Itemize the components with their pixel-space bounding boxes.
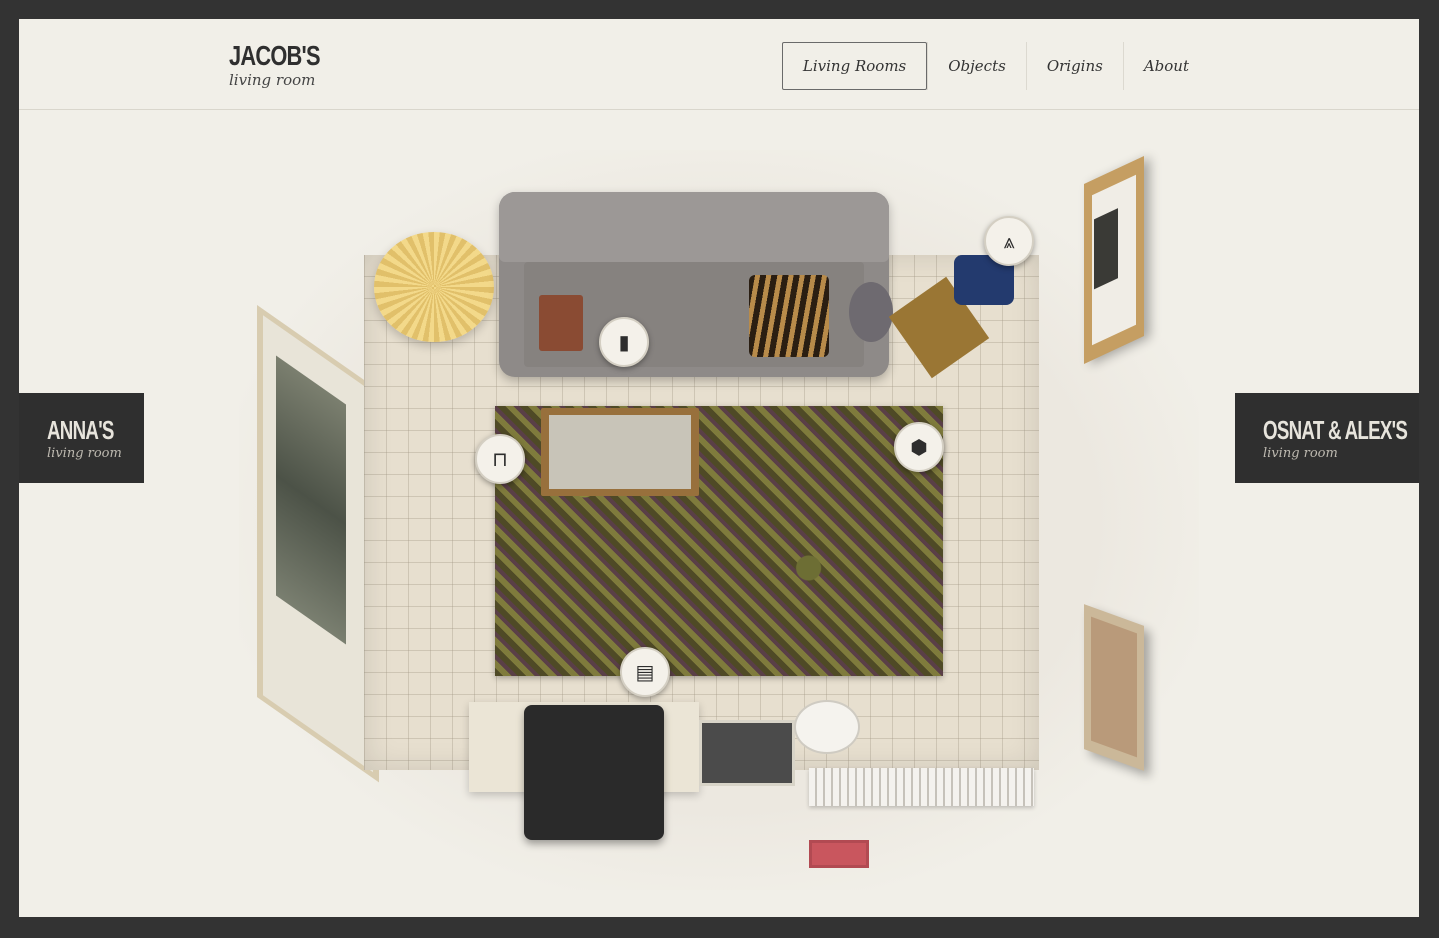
brand-subtitle: living room (229, 71, 316, 89)
wall-picture-bottom (1084, 604, 1144, 771)
heater-unit (699, 720, 795, 786)
living-room-view: ▮ ⩓ ⊓ ⬢ ▤ (19, 110, 1419, 917)
brand-logo[interactable]: JACOB'S living room (229, 40, 345, 90)
nav-objects[interactable]: Objects (927, 42, 1026, 90)
floor-lamp (374, 232, 494, 342)
wall-picture-top (1084, 156, 1144, 364)
book-hotspot[interactable]: ▮ (599, 317, 649, 367)
table-icon: ⊓ (492, 447, 508, 471)
coffee-table (541, 408, 699, 496)
nav-living-rooms[interactable]: Living Rooms (781, 42, 928, 90)
picture-art (1091, 616, 1137, 758)
table-glass-top (549, 415, 691, 489)
prev-room-title: ANNA'S (47, 415, 114, 445)
flower-pot (849, 282, 893, 342)
next-room-subtitle: living room (1263, 446, 1338, 461)
window-glass (276, 355, 346, 645)
next-room-title: OSNAT & ALEX'S (1263, 415, 1408, 445)
brand-name: JACOB'S (229, 40, 321, 71)
table-hotspot[interactable]: ⊓ (475, 434, 525, 484)
small-photo-frame (809, 840, 869, 868)
nav-about[interactable]: About (1122, 42, 1209, 90)
prev-room-link[interactable]: ANNA'S living room (19, 393, 144, 483)
notebook-icon: ▮ (618, 330, 630, 354)
cabinet-hotspot[interactable]: ▤ (620, 647, 670, 697)
cabinet-icon: ▤ (635, 660, 655, 684)
picture-art (1094, 208, 1118, 290)
jeans-icon: ⩓ (1003, 229, 1015, 253)
television (524, 705, 664, 840)
site-header: JACOB'S living room Living Rooms Objects… (19, 19, 1419, 110)
notebook-object (539, 295, 583, 351)
nav-origins[interactable]: Origins (1025, 42, 1123, 90)
zebra-pillow (749, 275, 829, 357)
desk-fan (794, 700, 860, 754)
box-icon: ⬢ (910, 435, 928, 459)
jeans-hotspot[interactable]: ⩓ (984, 216, 1034, 266)
page-frame: JACOB'S living room Living Rooms Objects… (19, 19, 1419, 917)
radiator (809, 768, 1034, 806)
sofa-back (499, 192, 889, 262)
prev-room-subtitle: living room (47, 446, 122, 461)
main-nav: Living Rooms Objects Origins About (781, 42, 1209, 90)
next-room-link[interactable]: OSNAT & ALEX'S living room (1235, 393, 1419, 483)
box-hotspot[interactable]: ⬢ (894, 422, 944, 472)
